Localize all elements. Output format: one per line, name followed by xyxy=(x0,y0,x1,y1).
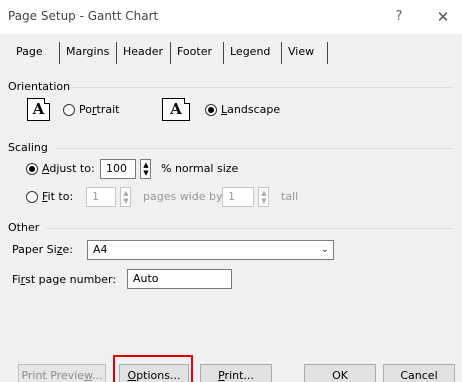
adjust-to-input[interactable]: 100 xyxy=(100,159,136,179)
tab-header[interactable]: Header xyxy=(117,42,171,64)
fit-wide-input[interactable]: 1 xyxy=(86,187,116,207)
spin-up-icon[interactable]: ▲ xyxy=(142,161,150,169)
portrait-page-icon: A xyxy=(27,98,50,121)
spin-up-icon[interactable]: ▲ xyxy=(122,189,130,197)
fit-to-label[interactable]: Fit to: xyxy=(42,190,73,203)
tab-view[interactable]: View xyxy=(282,42,328,64)
tab-footer[interactable]: Footer xyxy=(171,42,224,64)
first-page-input[interactable]: Auto xyxy=(127,269,232,289)
options-highlight-box xyxy=(113,355,193,382)
spin-down-icon[interactable]: ▼ xyxy=(260,197,268,205)
tab-strip: Page Margins Header Footer Legend View xyxy=(8,42,454,64)
adjust-to-suffix: % normal size xyxy=(161,162,239,175)
landscape-label[interactable]: Landscape xyxy=(221,103,280,116)
print-preview-button[interactable]: Print Preview... xyxy=(18,364,106,382)
fit-wide-suffix: pages wide by xyxy=(143,190,223,203)
other-divider xyxy=(46,228,454,229)
fit-to-radio[interactable] xyxy=(26,191,38,203)
landscape-radio[interactable] xyxy=(205,104,217,116)
print-button[interactable]: Print... xyxy=(200,364,272,382)
tab-margins[interactable]: Margins xyxy=(60,42,117,64)
fit-tall-input[interactable]: 1 xyxy=(222,187,254,207)
close-icon[interactable]: ✕ xyxy=(432,7,454,27)
landscape-page-icon: A xyxy=(162,98,190,121)
ok-button[interactable]: OK xyxy=(304,364,376,382)
chevron-down-icon[interactable]: ⌄ xyxy=(321,241,329,259)
tab-legend[interactable]: Legend xyxy=(224,42,282,64)
fit-tall-suffix: tall xyxy=(281,190,299,203)
orientation-heading: Orientation xyxy=(8,80,71,93)
paper-size-select[interactable]: A4 ⌄ xyxy=(87,240,334,260)
fit-tall-stepper[interactable]: ▲ ▼ xyxy=(258,187,269,207)
fit-wide-stepper[interactable]: ▲ ▼ xyxy=(120,187,131,207)
title-bar: Page Setup - Gantt Chart ? ✕ xyxy=(0,0,462,34)
page-setup-dialog: Page Setup - Gantt Chart ? ✕ Page Margin… xyxy=(0,0,462,382)
cancel-button[interactable]: Cancel xyxy=(383,364,455,382)
spin-down-icon[interactable]: ▼ xyxy=(142,169,150,177)
other-heading: Other xyxy=(8,221,40,234)
orientation-divider xyxy=(70,87,454,88)
adjust-to-label[interactable]: Adjust to: xyxy=(42,162,95,175)
window-title: Page Setup - Gantt Chart xyxy=(8,9,159,23)
portrait-radio[interactable] xyxy=(63,104,75,116)
scaling-divider xyxy=(56,148,454,149)
paper-size-value: A4 xyxy=(93,243,108,256)
help-icon[interactable]: ? xyxy=(389,7,409,27)
spin-up-icon[interactable]: ▲ xyxy=(260,189,268,197)
scaling-heading: Scaling xyxy=(8,141,48,154)
first-page-label: First page number: xyxy=(12,273,117,286)
tab-page[interactable]: Page xyxy=(10,42,60,64)
paper-size-label: Paper Size: xyxy=(12,243,73,256)
portrait-label[interactable]: Portrait xyxy=(79,103,119,116)
spin-down-icon[interactable]: ▼ xyxy=(122,197,130,205)
adjust-to-stepper[interactable]: ▲ ▼ xyxy=(140,159,151,179)
adjust-to-radio[interactable] xyxy=(26,163,38,175)
